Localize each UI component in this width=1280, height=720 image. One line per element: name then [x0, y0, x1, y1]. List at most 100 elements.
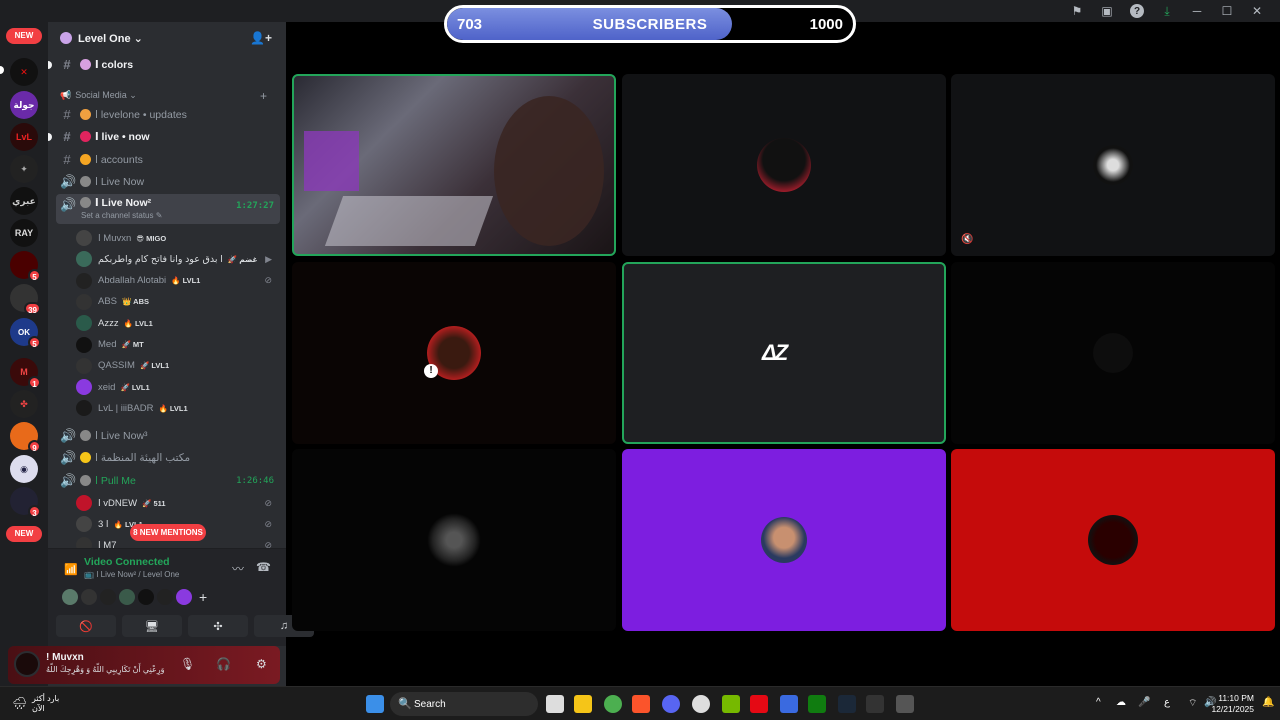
server-icon[interactable]: M1: [10, 358, 41, 389]
video-tile-participant[interactable]: [951, 262, 1275, 444]
server-icon[interactable]: جولة: [10, 91, 38, 119]
microphone-icon[interactable]: 🎙: [180, 657, 195, 671]
close-button[interactable]: ✕: [1242, 2, 1272, 20]
network-icon[interactable]: ☁: [1116, 697, 1126, 708]
server-icon[interactable]: LvL: [10, 123, 38, 151]
task-view-icon[interactable]: [546, 695, 564, 713]
server-icon[interactable]: ✕: [10, 58, 38, 86]
nvidia-icon[interactable]: [722, 695, 740, 713]
add-member-icon[interactable]: 👤+: [250, 31, 272, 45]
weather-widget[interactable]: بارد أكثر الآن: [32, 694, 59, 714]
video-tile-participant[interactable]: !: [292, 262, 616, 444]
noise-suppression-icon[interactable]: 〰: [232, 560, 244, 577]
avatar[interactable]: [119, 589, 135, 605]
server-icon[interactable]: عبري: [10, 187, 38, 215]
download-icon[interactable]: ⤓: [1152, 2, 1182, 20]
video-tile-participant[interactable]: ΔZ: [622, 262, 946, 444]
voice-user[interactable]: Abdallah Alotabi 🔥 LVL1 ⊘: [76, 271, 276, 291]
microphone-icon[interactable]: 🎤: [1138, 697, 1150, 708]
language-icon[interactable]: ع: [1164, 697, 1170, 708]
voice-user[interactable]: Azzz 🔥 LVL1: [76, 313, 276, 333]
headphones-icon[interactable]: 🎧: [216, 657, 231, 671]
avatar[interactable]: [138, 589, 154, 605]
avatar[interactable]: [81, 589, 97, 605]
avatar[interactable]: [100, 589, 116, 605]
server-icon[interactable]: ✦: [10, 155, 38, 183]
server-icon[interactable]: 3: [10, 487, 41, 518]
voice-user[interactable]: ا vDNEW 🚀 511 ⊘: [76, 493, 276, 513]
voice-user[interactable]: ا Muvxn 😎 MIGO: [76, 228, 276, 248]
channel-live-now-text[interactable]: # ا live • now: [48, 126, 280, 147]
app-icon[interactable]: [780, 695, 798, 713]
screen-share-button[interactable]: 🖥: [122, 615, 182, 637]
minimize-button[interactable]: ─: [1182, 2, 1212, 20]
voice-user[interactable]: QASSIM 🚀 LVL1: [76, 356, 276, 376]
flag-icon[interactable]: ⚑: [1062, 2, 1092, 20]
chrome-icon[interactable]: [604, 695, 622, 713]
voice-channel-live-now-3[interactable]: 🔊 ا Live Now³: [56, 425, 280, 446]
new-mentions-pill[interactable]: 8 NEW MENTIONS: [130, 524, 206, 541]
server-icon[interactable]: ◉: [10, 455, 38, 483]
server-icon[interactable]: OK 5: [10, 318, 41, 349]
video-tile-participant[interactable]: [951, 449, 1275, 631]
camera-off-button[interactable]: 🚫: [56, 615, 116, 637]
windows-start-icon[interactable]: [366, 695, 384, 713]
settings-gear-icon[interactable]: ⚙: [256, 657, 267, 671]
voice-user[interactable]: LvL | iiiBADR 🔥 LVL1: [76, 398, 276, 418]
video-tile-streamer[interactable]: [292, 74, 616, 256]
weather-icon[interactable]: 🌧: [12, 696, 27, 710]
new-unreads-pill[interactable]: NEW: [6, 526, 42, 542]
guild-header[interactable]: Level One ⌄ 👤+: [48, 22, 286, 54]
avatar[interactable]: [14, 651, 40, 677]
server-icon[interactable]: ✤: [10, 390, 38, 418]
video-tile-participant[interactable]: 🔇: [951, 74, 1275, 256]
help-icon[interactable]: ?: [1130, 4, 1144, 18]
voice-user[interactable]: Med 🚀 MT: [76, 335, 276, 355]
voice-channel-live-now[interactable]: 🔊 ا Live Now: [56, 171, 280, 192]
channel-updates[interactable]: # ا levelone • updates: [56, 104, 280, 125]
server-icon[interactable]: 9: [10, 422, 41, 453]
taskbar-clock[interactable]: 11:10 PM 12/21/2025: [1211, 693, 1254, 715]
voice-user[interactable]: xeid 🚀 LVL1: [76, 377, 276, 397]
obs-icon[interactable]: [692, 695, 710, 713]
server-icon[interactable]: 5: [10, 251, 41, 282]
activities-button[interactable]: ✣: [188, 615, 248, 637]
avatar[interactable]: [176, 589, 192, 605]
video-tile-participant[interactable]: [622, 449, 946, 631]
user-name[interactable]: ! Muvxn: [46, 652, 84, 663]
voice-user[interactable]: ABS 👑 ABS: [76, 292, 276, 312]
voice-channel-office[interactable]: 🔊 مكتب الهيئة المنظمة ا: [56, 447, 280, 468]
notification-icon[interactable]: 🔔: [1262, 697, 1274, 708]
disconnect-icon[interactable]: ☎: [256, 560, 271, 574]
channel-accounts[interactable]: # ا accounts: [56, 149, 280, 170]
voice-user[interactable]: ا بدق عود وانا فاتح كام واطربكم 🚀 غضم ▶: [76, 249, 276, 269]
maximize-button[interactable]: ☐: [1212, 2, 1242, 20]
signal-icon[interactable]: 📶: [64, 563, 78, 576]
server-icon[interactable]: RAY: [10, 219, 38, 247]
app-icon[interactable]: [896, 695, 914, 713]
voice-channel-pull-me[interactable]: 🔊 ا Pull Me 1:26:46: [56, 470, 280, 491]
steam-icon[interactable]: [838, 695, 856, 713]
category-social-media[interactable]: 📢 Social Media ⌄ +: [60, 89, 267, 103]
avatar[interactable]: [157, 589, 173, 605]
channel-status[interactable]: Set a channel status ✎: [81, 211, 162, 220]
voice-channel-live-now-2[interactable]: 🔊 ا Live Now² 1:27:27 Set a channel stat…: [56, 194, 280, 224]
chevron-up-icon[interactable]: ^: [1096, 697, 1101, 708]
add-channel-icon[interactable]: +: [260, 89, 267, 103]
discord-icon[interactable]: [662, 695, 680, 713]
video-tile-participant[interactable]: [622, 74, 946, 256]
brave-icon[interactable]: [632, 695, 650, 713]
inbox-icon[interactable]: ▣: [1092, 2, 1122, 20]
app-icon[interactable]: [866, 695, 884, 713]
channel-colors[interactable]: # ا colors: [48, 54, 280, 75]
netflix-icon[interactable]: [750, 695, 768, 713]
server-icon[interactable]: 39: [10, 284, 41, 315]
xbox-icon[interactable]: [808, 695, 826, 713]
video-tile-participant[interactable]: [292, 449, 616, 631]
file-explorer-icon[interactable]: [574, 695, 592, 713]
voice-location[interactable]: 📺 ا Live Now² / Level One: [84, 570, 179, 579]
wifi-icon[interactable]: ⌔: [1188, 697, 1197, 710]
new-unreads-pill[interactable]: NEW: [6, 28, 42, 44]
avatar[interactable]: [62, 589, 78, 605]
taskbar-search[interactable]: 🔍 Search: [390, 692, 538, 716]
